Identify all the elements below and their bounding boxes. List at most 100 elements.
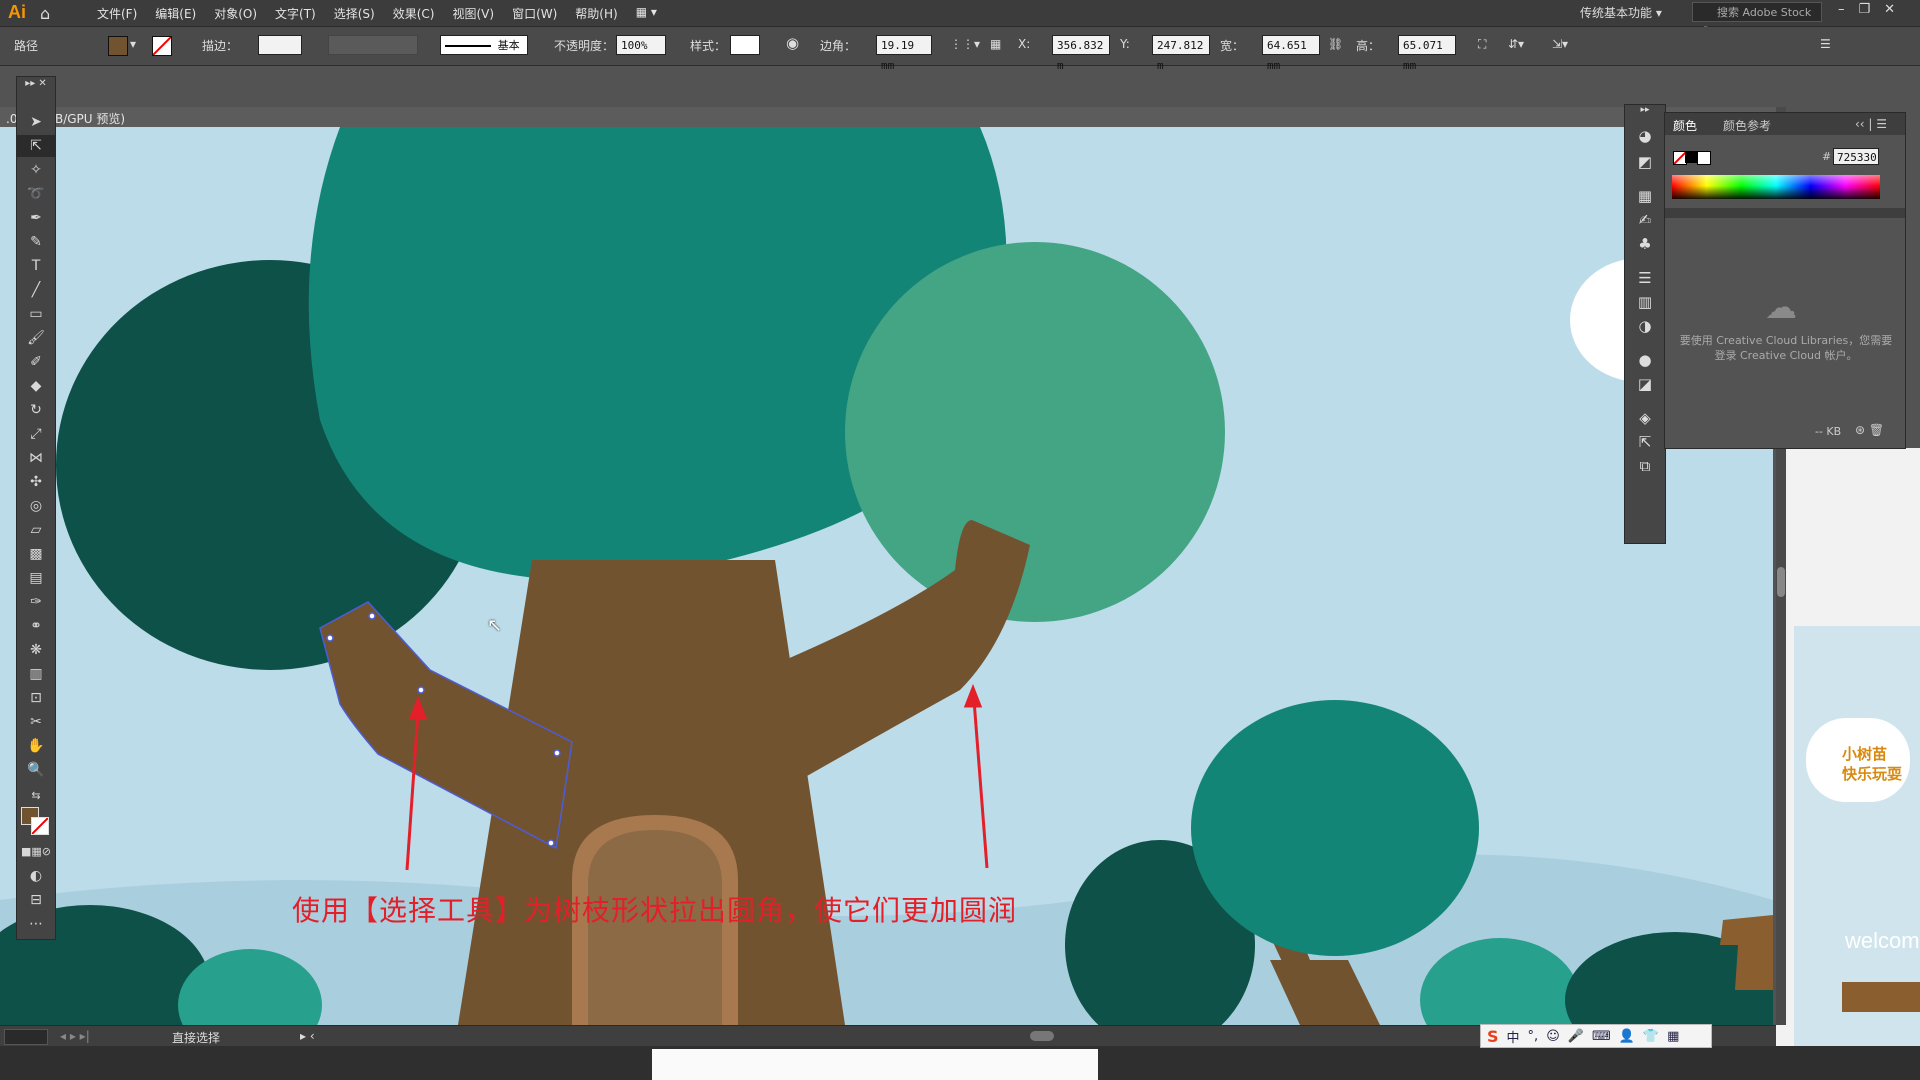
x-input[interactable]: 356.832 m (1052, 35, 1110, 72)
align-icon[interactable]: ⋮⋮▾ (950, 37, 980, 51)
gradient-tool-icon[interactable]: ▤ (17, 567, 55, 589)
link-icon[interactable]: ⛓ (1328, 37, 1343, 51)
magic-wand-tool-icon[interactable]: ✧ (17, 159, 55, 181)
reference-point-icon[interactable]: ▦ (990, 37, 1001, 51)
ime-punctuation-icon[interactable]: °, (1528, 1029, 1539, 1044)
menu-type[interactable]: 文字(T) (266, 5, 325, 22)
ime-keyboard-icon[interactable]: ⌨ (1592, 1029, 1611, 1044)
blend-tool-icon[interactable]: ⚭ (17, 615, 55, 637)
scrollbar-thumb[interactable] (1777, 567, 1785, 597)
graphic-style-select[interactable] (730, 35, 760, 55)
variable-width-select[interactable] (328, 35, 418, 55)
width-input[interactable]: 64.651 mm (1262, 35, 1320, 72)
more-tools-icon[interactable]: ⋯ (17, 913, 55, 935)
symbol-sprayer-tool-icon[interactable]: ❋ (17, 639, 55, 661)
stroke-swatch[interactable] (152, 36, 172, 56)
ime-skin-icon[interactable]: 👕 (1643, 1029, 1659, 1044)
isolate-icon[interactable]: ⇲▾ (1552, 37, 1568, 51)
collapse-icon[interactable]: ‹‹ | ☰ (1855, 117, 1887, 131)
eyedropper-tool-icon[interactable]: ✑ (17, 591, 55, 613)
artboard-nav-icon[interactable]: ◂ ▸ ▸| (60, 1029, 90, 1043)
workspace-switcher[interactable]: 传统基本功能 ▾ (1580, 4, 1662, 21)
menu-select[interactable]: 选择(S) (325, 5, 384, 22)
artboards-icon[interactable]: ⧉ (1631, 455, 1659, 477)
paintbrush-tool-icon[interactable]: 🖌 (17, 327, 55, 349)
selection-tool-icon[interactable]: ➤ (17, 111, 55, 133)
menu-object[interactable]: 对象(O) (205, 5, 266, 22)
opacity-input[interactable]: 100% (616, 35, 666, 55)
lasso-tool-icon[interactable]: ➰ (17, 183, 55, 205)
transform-icon[interactable]: ⛶ (1478, 37, 1486, 52)
graph-tool-icon[interactable]: ▥ (17, 663, 55, 685)
ime-user-icon[interactable]: 👤 (1619, 1029, 1635, 1044)
fill-swatch[interactable] (108, 36, 128, 56)
y-input[interactable]: 247.812 m (1152, 35, 1210, 72)
menu-help[interactable]: 帮助(H) (566, 5, 626, 22)
zoom-tool-icon[interactable]: 🔍 (17, 759, 55, 781)
toolbar-grip-icon[interactable]: ▸▸ ✕ (17, 79, 55, 89)
library-actions-icon[interactable]: ⊛ 🗑 (1855, 423, 1884, 437)
horizontal-scrollbar-thumb[interactable] (1030, 1031, 1054, 1041)
restore-icon[interactable]: ❐ (1859, 2, 1871, 17)
recolor-icon[interactable]: ◉ (786, 34, 799, 52)
close-icon[interactable]: ✕ (1884, 2, 1895, 17)
document-tab[interactable]: .0% (RGB/GPU 预览) (0, 107, 1776, 127)
type-tool-icon[interactable]: T (17, 255, 55, 277)
ime-emoji-icon[interactable]: ☺ (1546, 1029, 1560, 1044)
pen-tool-icon[interactable]: ✒ (17, 207, 55, 229)
hex-input[interactable]: 725330 (1833, 148, 1879, 165)
stroke-profile-select[interactable]: 基本 (440, 35, 528, 55)
brushes-icon[interactable]: ✍ (1631, 209, 1659, 231)
scale-tool-icon[interactable]: ⤢ (17, 423, 55, 445)
puppet-warp-tool-icon[interactable]: ✣ (17, 471, 55, 493)
color-spectrum[interactable] (1672, 175, 1880, 199)
status-menu-icon[interactable]: ▸ ‹ (300, 1029, 315, 1043)
mesh-tool-icon[interactable]: ▩ (17, 543, 55, 565)
tab-color-guide[interactable]: 颜色参考 (1723, 117, 1771, 134)
transparency-icon[interactable]: ◑ (1631, 315, 1659, 337)
color-guide-icon[interactable]: ◩ (1631, 151, 1659, 173)
stroke-weight-input[interactable] (258, 35, 302, 55)
menu-edit[interactable]: 编辑(E) (146, 5, 205, 22)
panel-menu-icon[interactable]: ☰ (1820, 37, 1831, 51)
color-panel-icon[interactable]: ◕ (1631, 125, 1659, 147)
menu-effect[interactable]: 效果(C) (384, 5, 444, 22)
corner-radius-input[interactable]: 19.19 mm (876, 35, 932, 72)
export-icon[interactable]: ⇱ (1631, 431, 1659, 453)
minimize-icon[interactable]: – (1838, 2, 1845, 17)
menu-view[interactable]: 视图(V) (443, 5, 503, 22)
ime-voice-icon[interactable]: 🎤 (1568, 1029, 1584, 1044)
draw-mode-icon[interactable]: ◐ (17, 865, 55, 887)
curvature-tool-icon[interactable]: ✎ (17, 231, 55, 253)
ime-mode-chinese[interactable]: 中 (1507, 1027, 1520, 1046)
black-swatch[interactable] (1685, 151, 1697, 163)
swap-colors-icon[interactable]: ⇆ (17, 785, 55, 807)
eraser-tool-icon[interactable]: ◆ (17, 375, 55, 397)
white-swatch[interactable] (1697, 151, 1711, 165)
panel-grip-icon[interactable]: ▸▸ (1631, 105, 1659, 115)
shaper-tool-icon[interactable]: ✐ (17, 351, 55, 373)
stroke-color-swatch[interactable] (31, 817, 49, 835)
gradient-icon[interactable]: ▥ (1631, 291, 1659, 313)
appearance-icon[interactable]: ● (1631, 349, 1659, 371)
stroke-icon[interactable]: ☰ (1631, 267, 1659, 289)
shape-builder-tool-icon[interactable]: ◎ (17, 495, 55, 517)
artboard-tool-icon[interactable]: ⊡ (17, 687, 55, 709)
height-input[interactable]: 65.071 mm (1398, 35, 1456, 72)
width-tool-icon[interactable]: ⋈ (17, 447, 55, 469)
hand-tool-icon[interactable]: ✋ (17, 735, 55, 757)
swatches-icon[interactable]: ▦ (1631, 185, 1659, 207)
menu-file[interactable]: 文件(F) (88, 5, 146, 22)
layers-icon[interactable]: ◈ (1631, 407, 1659, 429)
direct-selection-tool-icon[interactable]: ⇱ (17, 135, 55, 157)
graphic-styles-icon[interactable]: ◪ (1631, 373, 1659, 395)
arrange-documents-icon[interactable]: ▦ ▾ (627, 5, 666, 22)
screen-mode-icon[interactable]: ⊟ (17, 889, 55, 911)
menu-window[interactable]: 窗口(W) (503, 5, 566, 22)
zoom-select[interactable] (4, 1029, 48, 1045)
tab-color[interactable]: 颜色 (1673, 117, 1697, 134)
chevron-down-icon[interactable]: ▾ (130, 37, 136, 51)
line-tool-icon[interactable]: ╱ (17, 279, 55, 301)
arrange-icon[interactable]: ⇵▾ (1508, 37, 1524, 51)
rectangle-tool-icon[interactable]: ▭ (17, 303, 55, 325)
